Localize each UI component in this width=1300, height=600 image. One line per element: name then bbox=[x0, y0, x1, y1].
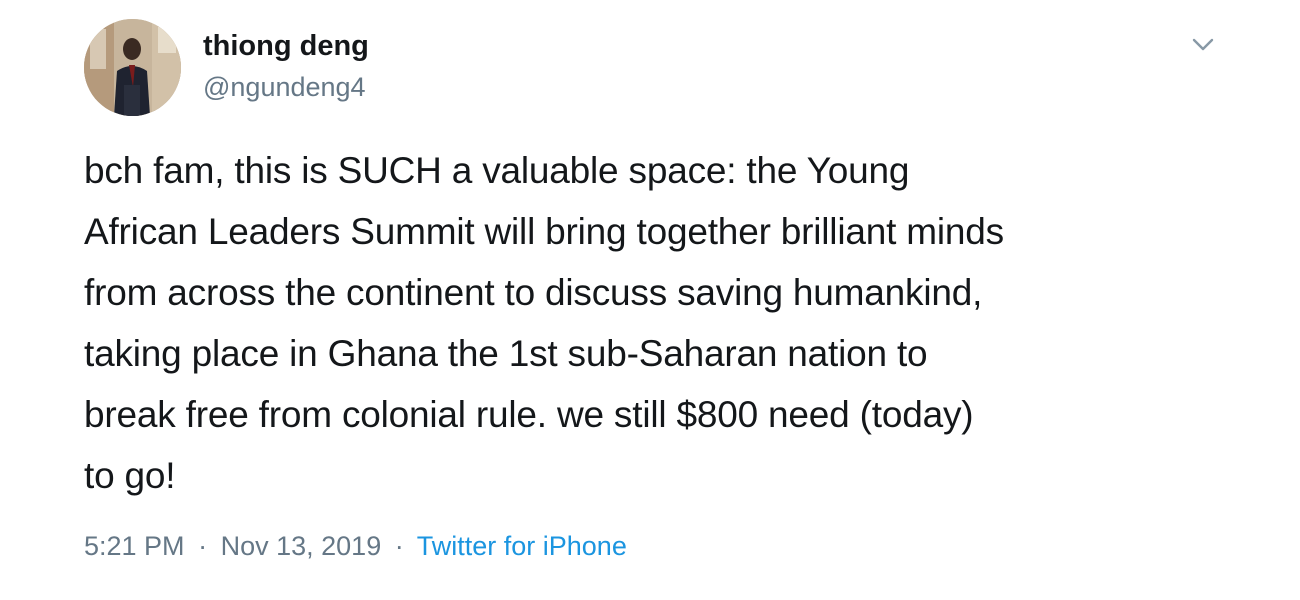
tweet-text-line: taking place in Ghana the 1st sub-Sahara… bbox=[84, 333, 928, 374]
author-display-name[interactable]: thiong deng bbox=[203, 26, 369, 66]
tweet-text-line: to go! bbox=[84, 455, 176, 496]
tweet-source-link[interactable]: Twitter for iPhone bbox=[417, 531, 627, 561]
tweet-card: thiong deng @ngundeng4 bch fam, this is … bbox=[0, 0, 1300, 600]
tweet-menu-button[interactable] bbox=[1186, 30, 1220, 60]
tweet-date[interactable]: Nov 13, 2019 bbox=[221, 531, 382, 561]
tweet-time[interactable]: 5:21 PM bbox=[84, 531, 185, 561]
tweet-meta: 5:21 PM · Nov 13, 2019 · Twitter for iPh… bbox=[84, 526, 627, 566]
tweet-text: bch fam, this is SUCH a valuable space: … bbox=[84, 140, 1234, 506]
avatar-photo bbox=[84, 19, 181, 116]
tweet-text-line: break free from colonial rule. we still … bbox=[84, 394, 974, 435]
author-handle[interactable]: @ngundeng4 bbox=[203, 68, 366, 106]
avatar[interactable] bbox=[84, 19, 181, 116]
tweet-text-line: from across the continent to discuss sav… bbox=[84, 272, 983, 313]
tweet-text-line: bch fam, this is SUCH a valuable space: … bbox=[84, 150, 910, 191]
meta-separator: · bbox=[394, 531, 404, 561]
tweet-text-line: African Leaders Summit will bring togeth… bbox=[84, 211, 1004, 252]
meta-separator: · bbox=[198, 531, 208, 561]
chevron-down-icon bbox=[1192, 38, 1214, 51]
